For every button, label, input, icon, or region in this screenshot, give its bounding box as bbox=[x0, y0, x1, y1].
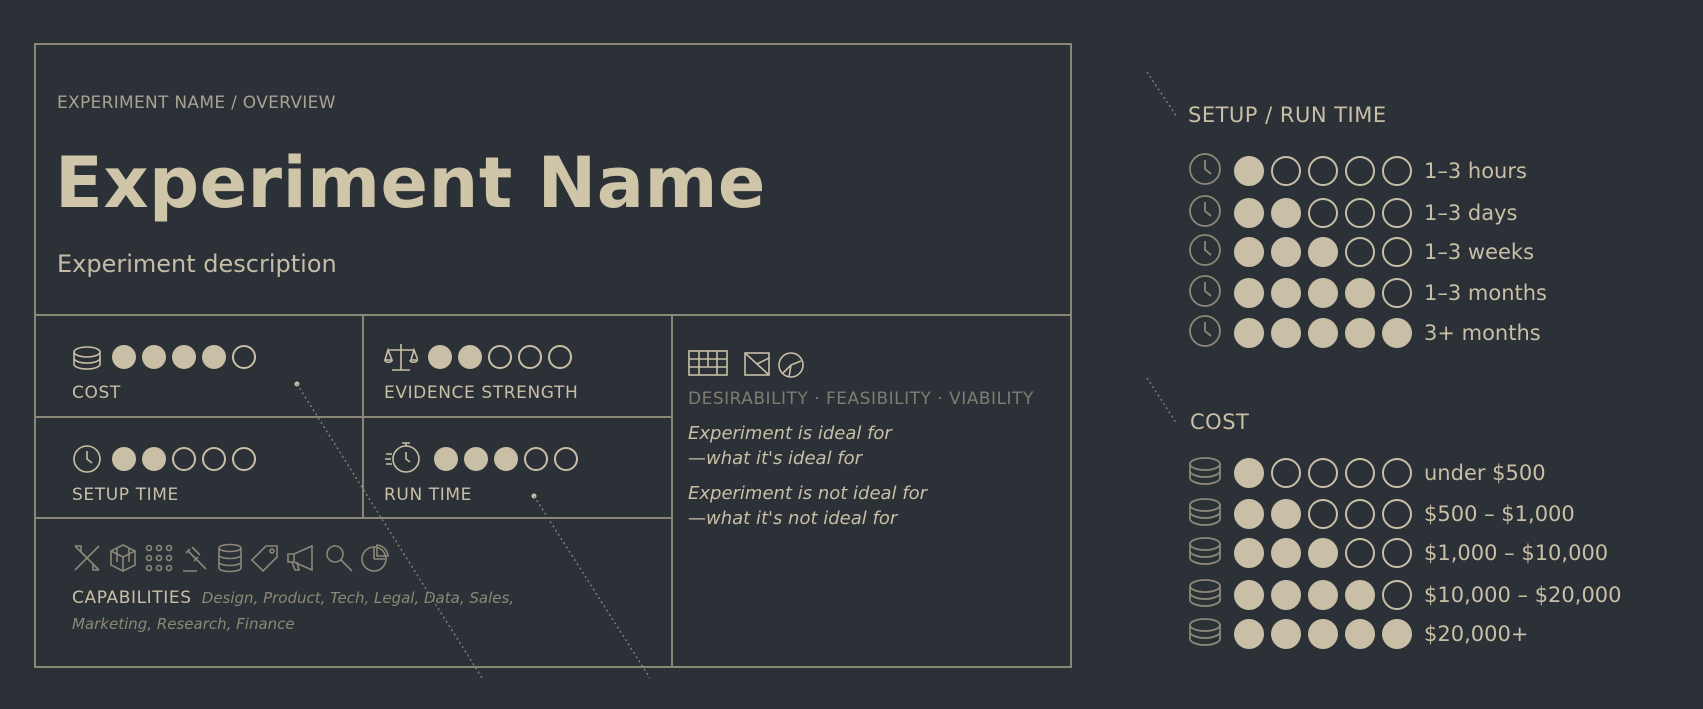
legend-row: $10,000 – $20,000 bbox=[1188, 578, 1622, 612]
rating-dot-empty bbox=[1271, 156, 1301, 186]
coin-stack-icon bbox=[1188, 578, 1222, 612]
rating-dot-filled bbox=[1271, 538, 1301, 568]
rating-dot-filled bbox=[1308, 538, 1338, 568]
rating-dot-filled bbox=[1382, 318, 1412, 348]
legend-row-label: under $500 bbox=[1424, 461, 1546, 485]
legend-row: $1,000 – $10,000 bbox=[1188, 536, 1608, 570]
rating-dot-filled bbox=[1271, 580, 1301, 610]
rating-dot-empty bbox=[1308, 156, 1338, 186]
rating-dot-empty bbox=[1345, 156, 1375, 186]
rating-dot-filled bbox=[1271, 499, 1301, 529]
legend-row-label: 1–3 months bbox=[1424, 281, 1547, 305]
rating-dot-filled bbox=[1234, 278, 1264, 308]
rating-dot-filled bbox=[1345, 278, 1375, 308]
clock-icon bbox=[1188, 152, 1222, 190]
coin-stack-icon bbox=[1188, 456, 1222, 490]
legend-rating bbox=[1234, 499, 1412, 529]
legend-row-label: $10,000 – $20,000 bbox=[1424, 583, 1622, 607]
legend-row: 1–3 months bbox=[1188, 274, 1547, 312]
rating-dot-filled bbox=[1308, 580, 1338, 610]
legend-row-label: $500 – $1,000 bbox=[1424, 502, 1575, 526]
legend-rating bbox=[1234, 619, 1412, 649]
legend-row-label: $1,000 – $10,000 bbox=[1424, 541, 1609, 565]
rating-dot-filled bbox=[1271, 237, 1301, 267]
rating-dot-filled bbox=[1271, 318, 1301, 348]
coin-stack-icon bbox=[1188, 617, 1222, 651]
legend-row-label: 3+ months bbox=[1424, 321, 1541, 345]
rating-dot-filled bbox=[1308, 237, 1338, 267]
rating-dot-filled bbox=[1271, 619, 1301, 649]
legend-rating bbox=[1234, 156, 1412, 186]
rating-dot-empty bbox=[1271, 458, 1301, 488]
legend-row: under $500 bbox=[1188, 456, 1546, 490]
rating-dot-empty bbox=[1382, 156, 1412, 186]
rating-dot-filled bbox=[1234, 318, 1264, 348]
rating-dot-empty bbox=[1382, 198, 1412, 228]
rating-dot-filled bbox=[1271, 198, 1301, 228]
rating-dot-empty bbox=[1382, 538, 1412, 568]
rating-dot-filled bbox=[1308, 619, 1338, 649]
legend-cost-title: COST bbox=[1190, 410, 1250, 434]
legend-row: 3+ months bbox=[1188, 314, 1541, 352]
rating-dot-filled bbox=[1382, 619, 1412, 649]
rating-dot-empty bbox=[1345, 538, 1375, 568]
rating-dot-filled bbox=[1234, 538, 1264, 568]
legend-rating bbox=[1234, 278, 1412, 308]
rating-dot-filled bbox=[1234, 619, 1264, 649]
rating-dot-empty bbox=[1382, 278, 1412, 308]
clock-icon bbox=[1188, 233, 1222, 271]
legend-rating bbox=[1234, 538, 1412, 568]
rating-dot-filled bbox=[1234, 198, 1264, 228]
rating-dot-filled bbox=[1234, 580, 1264, 610]
rating-dot-empty bbox=[1308, 198, 1338, 228]
legend-row-label: 1–3 days bbox=[1424, 201, 1518, 225]
legend-row: $20,000+ bbox=[1188, 617, 1528, 651]
coin-stack-icon bbox=[1188, 497, 1222, 531]
clock-icon bbox=[1188, 194, 1222, 232]
clock-icon bbox=[1188, 314, 1222, 352]
legend-row: 1–3 days bbox=[1188, 194, 1517, 232]
legend-rating bbox=[1234, 237, 1412, 267]
rating-dot-empty bbox=[1345, 237, 1375, 267]
leader-line bbox=[1146, 71, 1178, 118]
legend-row: 1–3 hours bbox=[1188, 152, 1527, 190]
legend-rating bbox=[1234, 458, 1412, 488]
rating-dot-filled bbox=[1234, 499, 1264, 529]
legend-time-title: SETUP / RUN TIME bbox=[1188, 103, 1387, 127]
rating-dot-filled bbox=[1308, 318, 1338, 348]
rating-dot-empty bbox=[1382, 237, 1412, 267]
legend-row: $500 – $1,000 bbox=[1188, 497, 1575, 531]
leader-line bbox=[533, 495, 651, 679]
coin-stack-icon bbox=[1188, 536, 1222, 570]
leader-line bbox=[1146, 377, 1178, 425]
clock-icon bbox=[1188, 274, 1222, 312]
rating-dot-empty bbox=[1345, 198, 1375, 228]
rating-dot-empty bbox=[1382, 580, 1412, 610]
rating-dot-empty bbox=[1382, 499, 1412, 529]
rating-dot-empty bbox=[1382, 458, 1412, 488]
legend-rating bbox=[1234, 318, 1412, 348]
rating-dot-filled bbox=[1271, 278, 1301, 308]
rating-dot-filled bbox=[1308, 278, 1338, 308]
legend-row: 1–3 weeks bbox=[1188, 233, 1534, 271]
rating-dot-filled bbox=[1234, 156, 1264, 186]
legend-rating bbox=[1234, 580, 1412, 610]
rating-dot-filled bbox=[1234, 458, 1264, 488]
rating-dot-empty bbox=[1308, 458, 1338, 488]
rating-dot-filled bbox=[1345, 619, 1375, 649]
legend-rating bbox=[1234, 198, 1412, 228]
rating-dot-filled bbox=[1345, 580, 1375, 610]
legend-row-label: $20,000+ bbox=[1424, 622, 1529, 646]
rating-dot-empty bbox=[1308, 499, 1338, 529]
legend-row-label: 1–3 weeks bbox=[1424, 240, 1535, 264]
rating-dot-empty bbox=[1345, 458, 1375, 488]
rating-dot-empty bbox=[1345, 499, 1375, 529]
leader-line bbox=[296, 383, 483, 679]
legend-row-label: 1–3 hours bbox=[1424, 159, 1527, 183]
rating-dot-filled bbox=[1234, 237, 1264, 267]
rating-dot-filled bbox=[1345, 318, 1375, 348]
